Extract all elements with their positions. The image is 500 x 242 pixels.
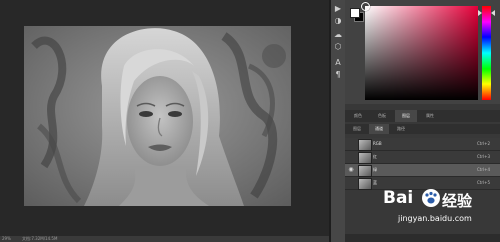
- cube-icon[interactable]: ⬡: [333, 42, 343, 52]
- panel-tabs-top: 颜色 色板 图层 属性: [345, 110, 500, 122]
- channel-row-green[interactable]: ◉ 绿 Ctrl+4: [345, 164, 500, 177]
- tab-layers[interactable]: 图层: [347, 124, 367, 134]
- saturation-value-field[interactable]: [365, 6, 478, 100]
- foreground-color-swatch[interactable]: [350, 8, 360, 18]
- visibility-eye-icon[interactable]: [346, 139, 356, 149]
- channel-thumbnail: [358, 178, 372, 190]
- channel-name: RGB: [373, 141, 382, 146]
- watermark-cn: 经验: [442, 192, 473, 210]
- channel-thumbnail: [358, 152, 372, 164]
- color-icon[interactable]: ◑: [333, 16, 343, 26]
- watermark-brand: Bai: [383, 188, 414, 208]
- channel-shortcut: Ctrl+2: [476, 141, 490, 146]
- hue-slider-handle-right[interactable]: [491, 10, 495, 16]
- visibility-eye-icon[interactable]: ◉: [346, 165, 356, 175]
- hue-slider[interactable]: [482, 6, 491, 100]
- swatches-icon[interactable]: ☁: [333, 30, 343, 40]
- visibility-eye-icon[interactable]: [346, 178, 356, 188]
- tab-channels[interactable]: 通道: [369, 124, 389, 134]
- character-icon[interactable]: ¶: [333, 70, 343, 80]
- tab-color[interactable]: 颜色: [347, 110, 369, 122]
- portrait-photo: [24, 26, 291, 206]
- tab-swatches[interactable]: 色板: [371, 110, 393, 122]
- tab-paths[interactable]: 路径: [391, 124, 411, 134]
- zoom-level[interactable]: 29%: [2, 236, 11, 242]
- channel-shortcut: Ctrl+4: [476, 167, 490, 172]
- channel-name: 绿: [373, 167, 377, 172]
- tab-layers-top[interactable]: 图层: [395, 110, 417, 122]
- tab-properties[interactable]: 属性: [419, 110, 441, 122]
- panel-tabs-channels: 图层 通道 路径: [345, 124, 500, 134]
- channel-shortcut: Ctrl+5: [476, 180, 490, 185]
- hue-slider-handle-left[interactable]: [478, 10, 482, 16]
- color-picker-marker[interactable]: [361, 2, 370, 11]
- channel-thumbnail: [358, 139, 372, 151]
- document-canvas[interactable]: [24, 26, 291, 206]
- channels-panel-footer: [345, 234, 500, 242]
- document-info: 文档:7.32M/14.5M: [22, 236, 58, 241]
- channel-row-rgb[interactable]: RGB Ctrl+2: [345, 138, 500, 151]
- channel-name: 蓝: [373, 180, 377, 185]
- channel-name: 红: [373, 154, 377, 159]
- panel-icon-strip: ▶ ◑ ☁ ⬡ A ¶: [331, 0, 345, 242]
- baidu-paw-icon: [421, 188, 441, 208]
- history-icon[interactable]: ▶: [333, 4, 343, 14]
- status-bar: 29% 文档:7.32M/14.5M: [0, 236, 329, 242]
- visibility-eye-icon[interactable]: [346, 152, 356, 162]
- channel-thumbnail: [358, 165, 372, 177]
- paragraph-icon[interactable]: A: [333, 58, 343, 68]
- channel-row-red[interactable]: 红 Ctrl+3: [345, 151, 500, 164]
- channel-shortcut: Ctrl+3: [476, 154, 490, 159]
- watermark-url: jingyan.baidu.com: [398, 214, 472, 223]
